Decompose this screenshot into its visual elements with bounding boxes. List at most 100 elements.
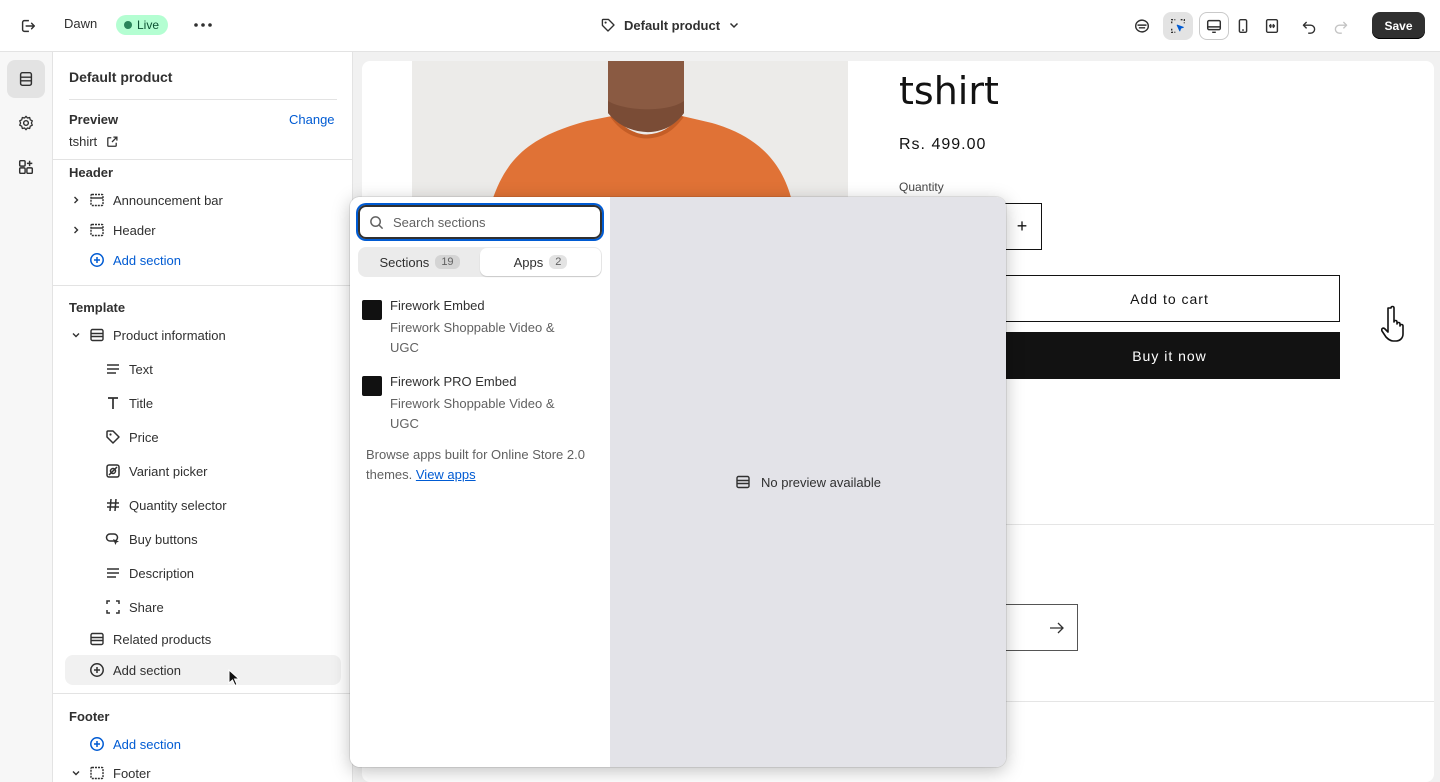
variant-picker-icon: [105, 463, 121, 479]
theme-settings-gear-icon[interactable]: [7, 104, 45, 142]
sections-sidebar: Default product Preview Change tshirt He…: [53, 52, 353, 782]
app-item-firework-pro-embed[interactable]: Firework PRO Embed Firework Shoppable Vi…: [362, 374, 598, 438]
ai-sidekick-icon[interactable]: [1127, 12, 1157, 40]
live-dot-icon: [124, 21, 132, 29]
block-description[interactable]: Description: [85, 558, 337, 588]
divider: [53, 693, 352, 694]
hand-cursor-icon: [1381, 305, 1404, 342]
quantity-label: Quantity: [899, 180, 944, 194]
tree-item-announcement-bar[interactable]: Announcement bar: [69, 185, 337, 215]
tree-item-product-information[interactable]: Product information: [69, 320, 337, 350]
tab-label: Apps: [513, 254, 544, 270]
divider: [53, 285, 352, 286]
app-name: Firework Embed: [390, 298, 485, 313]
header-group-label: Header: [69, 165, 114, 180]
add-to-cart-button[interactable]: Add to cart: [999, 275, 1340, 322]
template-group-label: Template: [69, 300, 126, 315]
divider: [999, 701, 1434, 702]
block-label: Buy buttons: [129, 531, 198, 547]
product-title: tshirt: [899, 69, 999, 113]
buy-now-button[interactable]: Buy it now: [999, 332, 1340, 379]
search-sections-input[interactable]: [393, 214, 583, 230]
product-price: Rs. 499.00: [899, 136, 987, 153]
preview-product[interactable]: tshirt: [69, 134, 119, 149]
exit-icon[interactable]: [14, 12, 42, 40]
divider: [53, 159, 352, 160]
chevron-right-icon[interactable]: [69, 195, 83, 205]
divider: [69, 99, 337, 100]
browse-apps-text: Browse apps built for Online Store 2.0 t…: [366, 445, 598, 485]
block-variant-picker[interactable]: Variant picker: [85, 456, 337, 486]
chevron-down-icon[interactable]: [69, 768, 83, 778]
add-section-label: Add section: [113, 736, 181, 752]
plus-circle-icon: [89, 252, 105, 268]
live-badge: Live: [116, 15, 169, 35]
inspector-icon[interactable]: [1163, 12, 1193, 40]
search-sections-field[interactable]: [358, 205, 602, 239]
app-item-firework-embed[interactable]: Firework Embed Firework Shoppable Video …: [362, 298, 598, 362]
view-apps-link[interactable]: View apps: [416, 467, 476, 482]
preview-change-link[interactable]: Change: [289, 112, 335, 127]
sections-nav-icon[interactable]: [7, 60, 45, 98]
sidebar-title: Default product: [69, 69, 173, 85]
page-selector[interactable]: Default product: [600, 13, 740, 37]
section-picker-popover: Sections 19 Apps 2 Firework Embed Firewo…: [350, 197, 1006, 767]
chevron-down-icon[interactable]: [69, 330, 83, 340]
section-layout-icon: [89, 192, 105, 208]
block-price[interactable]: Price: [85, 422, 337, 452]
quantity-increase-button[interactable]: +: [1002, 203, 1042, 250]
block-title[interactable]: Title: [85, 388, 337, 418]
tree-item-related-products[interactable]: Related products: [69, 624, 337, 654]
tab-sections[interactable]: Sections 19: [359, 248, 480, 276]
fullwidth-view-icon[interactable]: [1257, 12, 1287, 40]
mobile-view-icon[interactable]: [1228, 12, 1258, 40]
text-lines-icon: [105, 565, 121, 581]
theme-name: Dawn: [64, 16, 98, 31]
mouse-pointer-icon: [228, 669, 240, 687]
tree-item-header[interactable]: Header: [69, 215, 337, 245]
undo-icon[interactable]: [1294, 12, 1324, 40]
share-arrow-button[interactable]: [999, 604, 1078, 651]
desktop-view-icon[interactable]: [1199, 12, 1229, 40]
divider: [999, 524, 1434, 525]
more-actions-icon[interactable]: [190, 12, 216, 38]
tree-item-label: Footer: [113, 765, 151, 781]
preview-label: Preview: [69, 112, 119, 127]
tab-label: Sections: [379, 254, 430, 270]
tree-item-footer[interactable]: Footer: [69, 758, 337, 782]
block-text[interactable]: Text: [85, 354, 337, 384]
text-lines-icon: [105, 361, 121, 377]
add-section-header-button[interactable]: Add section: [69, 245, 337, 275]
block-label: Text: [129, 361, 153, 377]
block-quantity-selector[interactable]: Quantity selector: [85, 490, 337, 520]
picker-preview-panel: No preview available: [610, 197, 1006, 767]
tag-icon: [601, 18, 615, 32]
block-share[interactable]: Share: [85, 592, 337, 622]
search-icon: [370, 215, 384, 229]
firework-logo-icon: [362, 300, 382, 320]
app-name: Firework PRO Embed: [390, 374, 517, 389]
add-section-footer-button[interactable]: Add section: [69, 729, 337, 759]
section-layout-icon: [89, 765, 105, 781]
redo-icon[interactable]: [1326, 12, 1356, 40]
price-tag-icon: [105, 429, 121, 445]
block-buy-buttons[interactable]: Buy buttons: [85, 524, 337, 554]
navigation-rail: [0, 52, 53, 782]
page-selector-label: Default product: [624, 17, 721, 33]
add-section-template-button[interactable]: Add section: [65, 655, 341, 685]
tab-apps[interactable]: Apps 2: [480, 248, 601, 276]
live-badge-label: Live: [137, 18, 160, 32]
product-image[interactable]: [412, 61, 848, 201]
add-section-label: Add section: [113, 252, 181, 268]
block-label: Variant picker: [129, 463, 208, 479]
block-label: Title: [129, 395, 154, 411]
arrow-right-icon: [1050, 622, 1064, 633]
top-bar: Dawn Live Default product Save: [0, 0, 1440, 52]
chevron-right-icon[interactable]: [69, 225, 83, 235]
save-button[interactable]: Save: [1372, 12, 1425, 39]
tree-item-label: Product information: [113, 327, 226, 343]
button-cursor-icon: [105, 531, 121, 547]
tree-item-label: Header: [113, 222, 156, 238]
app-embeds-icon[interactable]: [7, 148, 45, 186]
add-section-label: Add section: [113, 662, 181, 678]
